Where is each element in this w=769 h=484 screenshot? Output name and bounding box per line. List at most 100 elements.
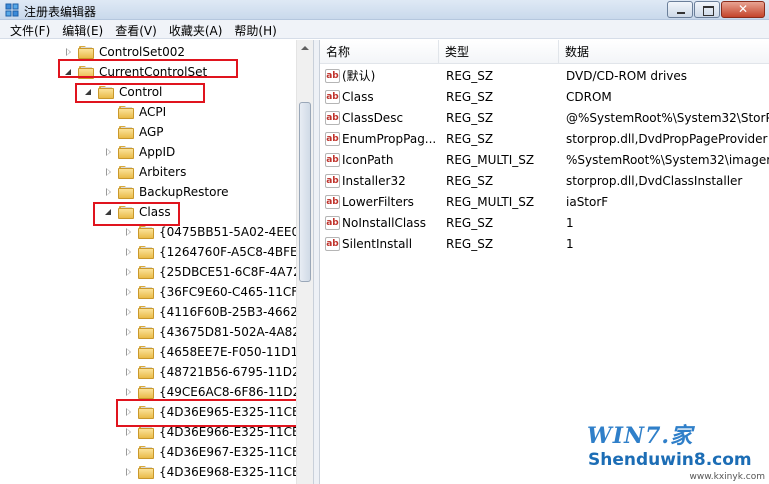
- tree-node-label: {4116F60B-25B3-4662-B: [159, 305, 311, 319]
- watermark-brand: Shenduwin8.com: [588, 450, 752, 470]
- menu-file[interactable]: 文件(F): [0, 20, 56, 39]
- expand-arrow-icon[interactable]: [124, 227, 134, 237]
- scroll-up-icon[interactable]: [297, 40, 313, 57]
- value-type: REG_SZ: [446, 111, 494, 125]
- list-item[interactable]: ab EnumPropPag... REG_SZ storprop.dll,DvdPr…: [320, 129, 769, 150]
- tree-node-label: {1264760F-A5C8-4BFE-B: [159, 245, 310, 259]
- tree-node[interactable]: {43675D81-502A-4A82-9: [124, 322, 312, 342]
- value-data: 1: [566, 237, 574, 251]
- value-type: REG_MULTI_SZ: [446, 195, 535, 209]
- tree-node-label: {49CE6AC8-6F86-11D2-B: [159, 385, 313, 399]
- folder-icon: [138, 365, 154, 379]
- window-controls: ✕: [666, 1, 765, 18]
- tree-node[interactable]: {25DBCE51-6C8F-4A72-8: [124, 262, 313, 282]
- folder-icon: [138, 325, 154, 339]
- no-expander: [104, 127, 114, 137]
- highlight-currentcontrolset: [58, 59, 238, 78]
- expand-arrow-icon[interactable]: [64, 47, 74, 57]
- value-type: REG_SZ: [446, 90, 494, 104]
- folder-icon: [138, 285, 154, 299]
- menu-help[interactable]: 帮助(H): [228, 20, 282, 39]
- list-item[interactable]: ab (默认) REG_SZ DVD/CD-ROM drives: [320, 66, 769, 87]
- tree-node[interactable]: {36FC9E60-C465-11CF-8: [124, 282, 310, 302]
- expand-arrow-icon[interactable]: [104, 187, 114, 197]
- string-value-icon: ab: [325, 216, 340, 230]
- expand-arrow-icon[interactable]: [124, 327, 134, 337]
- folder-icon: [78, 45, 94, 59]
- expand-arrow-icon[interactable]: [124, 347, 134, 357]
- tree-node-label: {4D36E968-E325-11CE-B: [159, 465, 312, 479]
- registry-editor-icon: [5, 3, 19, 17]
- list-item[interactable]: ab SilentInstall REG_SZ 1: [320, 234, 769, 255]
- expand-arrow-icon[interactable]: [124, 447, 134, 457]
- value-data: 1: [566, 216, 574, 230]
- column-name[interactable]: 名称: [320, 40, 439, 64]
- tree-node-label: ControlSet002: [99, 45, 185, 59]
- folder-icon: [138, 265, 154, 279]
- folder-icon: [138, 345, 154, 359]
- expand-arrow-icon[interactable]: [124, 287, 134, 297]
- value-name: Installer32: [342, 174, 406, 188]
- tree-node-label: BackupRestore: [139, 185, 229, 199]
- value-name: (默认): [342, 69, 376, 83]
- tree-node[interactable]: {48721B56-6795-11D2-B: [124, 362, 312, 382]
- tree-node[interactable]: {4116F60B-25B3-4662-B: [124, 302, 310, 322]
- folder-icon: [118, 165, 134, 179]
- pane-splitter[interactable]: [313, 40, 320, 484]
- tree-node[interactable]: BackupRestore: [104, 182, 229, 202]
- value-data: %SystemRoot%\System32\imagere: [566, 153, 769, 167]
- registry-tree[interactable]: ControlSet002 CurrentControlSet Control ACP…: [0, 40, 313, 484]
- tree-node[interactable]: {1264760F-A5C8-4BFE-B: [124, 242, 310, 262]
- minimize-button[interactable]: [667, 1, 693, 18]
- menu-favorites[interactable]: 收藏夹(A): [163, 20, 229, 39]
- expand-arrow-icon[interactable]: [124, 247, 134, 257]
- value-name: SilentInstall: [342, 237, 413, 251]
- tree-node-label: {36FC9E60-C465-11CF-8: [159, 285, 311, 299]
- close-button[interactable]: ✕: [721, 1, 765, 18]
- column-data[interactable]: 数据: [559, 40, 769, 64]
- folder-icon: [118, 145, 134, 159]
- expand-arrow-icon[interactable]: [124, 427, 134, 437]
- tree-node[interactable]: AGP: [104, 122, 164, 142]
- column-type[interactable]: 类型: [439, 40, 559, 64]
- list-item[interactable]: ab Installer32 REG_SZ storprop.dll,DvdClass…: [320, 171, 769, 192]
- tree-node-label: AGP: [139, 125, 164, 139]
- list-header: 名称 类型 数据: [320, 40, 769, 64]
- tree-node-label: {0475BB51-5A02-4EE0-B: [159, 225, 312, 239]
- tree-node[interactable]: {4D36E968-E325-11CE-B: [124, 462, 312, 482]
- folder-icon: [118, 185, 134, 199]
- list-item[interactable]: ab IconPath REG_MULTI_SZ %SystemRoot%\Syste…: [320, 150, 769, 171]
- tree-node[interactable]: {4658EE7E-F050-11D1-B: [124, 342, 310, 362]
- expand-arrow-icon[interactable]: [124, 307, 134, 317]
- expand-arrow-icon[interactable]: [124, 467, 134, 477]
- string-value-icon: ab: [325, 174, 340, 188]
- list-item[interactable]: ab LowerFilters REG_MULTI_SZ iaStorF: [320, 192, 769, 213]
- list-item[interactable]: ab ClassDesc REG_SZ @%SystemRoot%\System32\…: [320, 108, 769, 129]
- tree-node[interactable]: AppID: [104, 142, 175, 162]
- no-expander: [104, 107, 114, 117]
- tree-node[interactable]: {4D36E967-E325-11CE-B: [124, 442, 312, 462]
- value-type: REG_SZ: [446, 237, 494, 251]
- value-type: REG_SZ: [446, 69, 494, 83]
- expand-arrow-icon[interactable]: [124, 387, 134, 397]
- value-name: ClassDesc: [342, 111, 404, 125]
- expand-arrow-icon[interactable]: [124, 367, 134, 377]
- folder-icon: [138, 445, 154, 459]
- list-item[interactable]: ab Class REG_SZ CDROM: [320, 87, 769, 108]
- tree-node[interactable]: ACPI: [104, 102, 166, 122]
- tree-node-label: {43675D81-502A-4A82-9: [159, 325, 312, 339]
- tree-node[interactable]: Arbiters: [104, 162, 186, 182]
- expand-arrow-icon[interactable]: [124, 267, 134, 277]
- menu-view[interactable]: 查看(V): [109, 20, 163, 39]
- folder-icon: [138, 305, 154, 319]
- menu-edit[interactable]: 编辑(E): [56, 20, 109, 39]
- expand-arrow-icon[interactable]: [104, 167, 114, 177]
- maximize-button[interactable]: [694, 1, 720, 18]
- close-icon: ✕: [737, 2, 749, 16]
- tree-scrollbar[interactable]: [296, 40, 313, 484]
- string-value-icon: ab: [325, 195, 340, 209]
- expand-arrow-icon[interactable]: [104, 147, 114, 157]
- tree-node-label: {48721B56-6795-11D2-B: [159, 365, 312, 379]
- scroll-thumb[interactable]: [299, 102, 311, 282]
- list-item[interactable]: ab NoInstallClass REG_SZ 1: [320, 213, 769, 234]
